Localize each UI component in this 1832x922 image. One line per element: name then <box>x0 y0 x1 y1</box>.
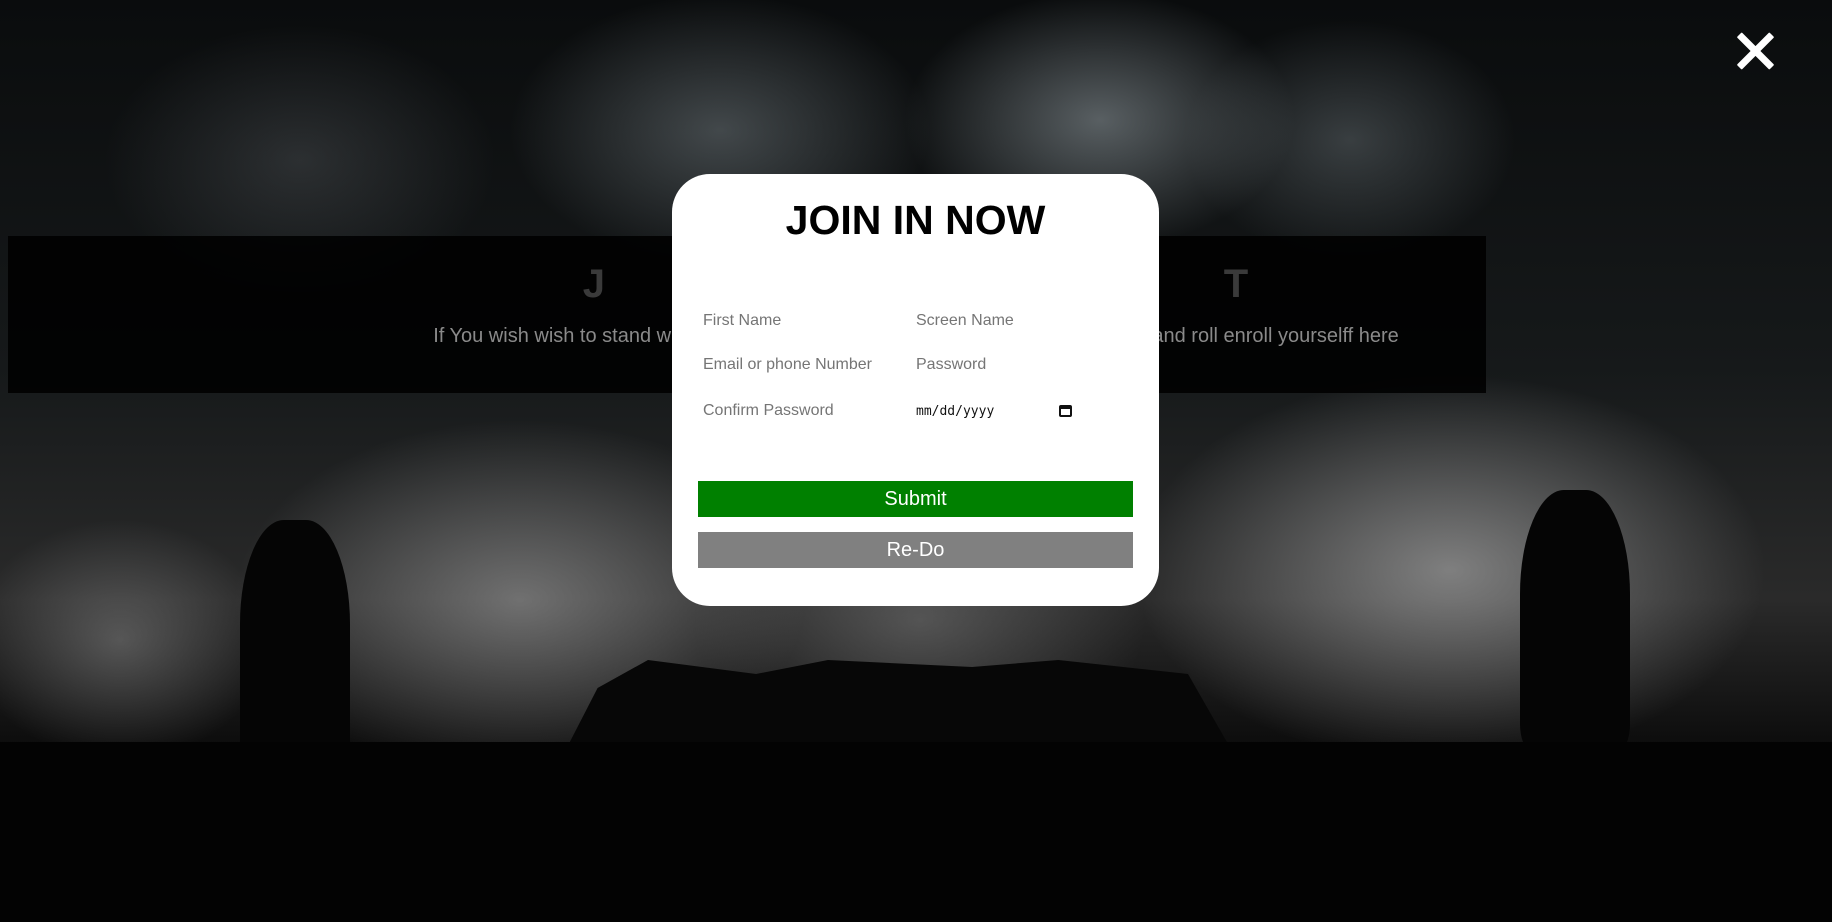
background-stage: J T If You wish wish to stand with us an… <box>0 0 1832 922</box>
date-placeholder: mm/dd/yyyy <box>916 403 995 419</box>
join-modal: JOIN IN NOW mm/dd/yyyy Submit Re-Do <box>672 174 1159 606</box>
password-input[interactable] <box>916 352 1116 378</box>
email-phone-input[interactable] <box>703 352 903 378</box>
confirm-password-input[interactable] <box>703 398 903 424</box>
guitarist-right-silhouette <box>1520 490 1630 750</box>
date-input[interactable]: mm/dd/yyyy <box>916 399 1076 423</box>
screen-name-input[interactable] <box>916 308 1116 334</box>
guitarist-left-silhouette <box>240 520 350 780</box>
redo-button[interactable]: Re-Do <box>698 532 1133 568</box>
submit-button[interactable]: Submit <box>698 481 1133 517</box>
calendar-icon[interactable] <box>1059 405 1072 417</box>
modal-title: JOIN IN NOW <box>785 197 1046 243</box>
stage-floor <box>0 742 1832 922</box>
close-icon[interactable] <box>1734 30 1776 72</box>
first-name-input[interactable] <box>703 308 903 334</box>
